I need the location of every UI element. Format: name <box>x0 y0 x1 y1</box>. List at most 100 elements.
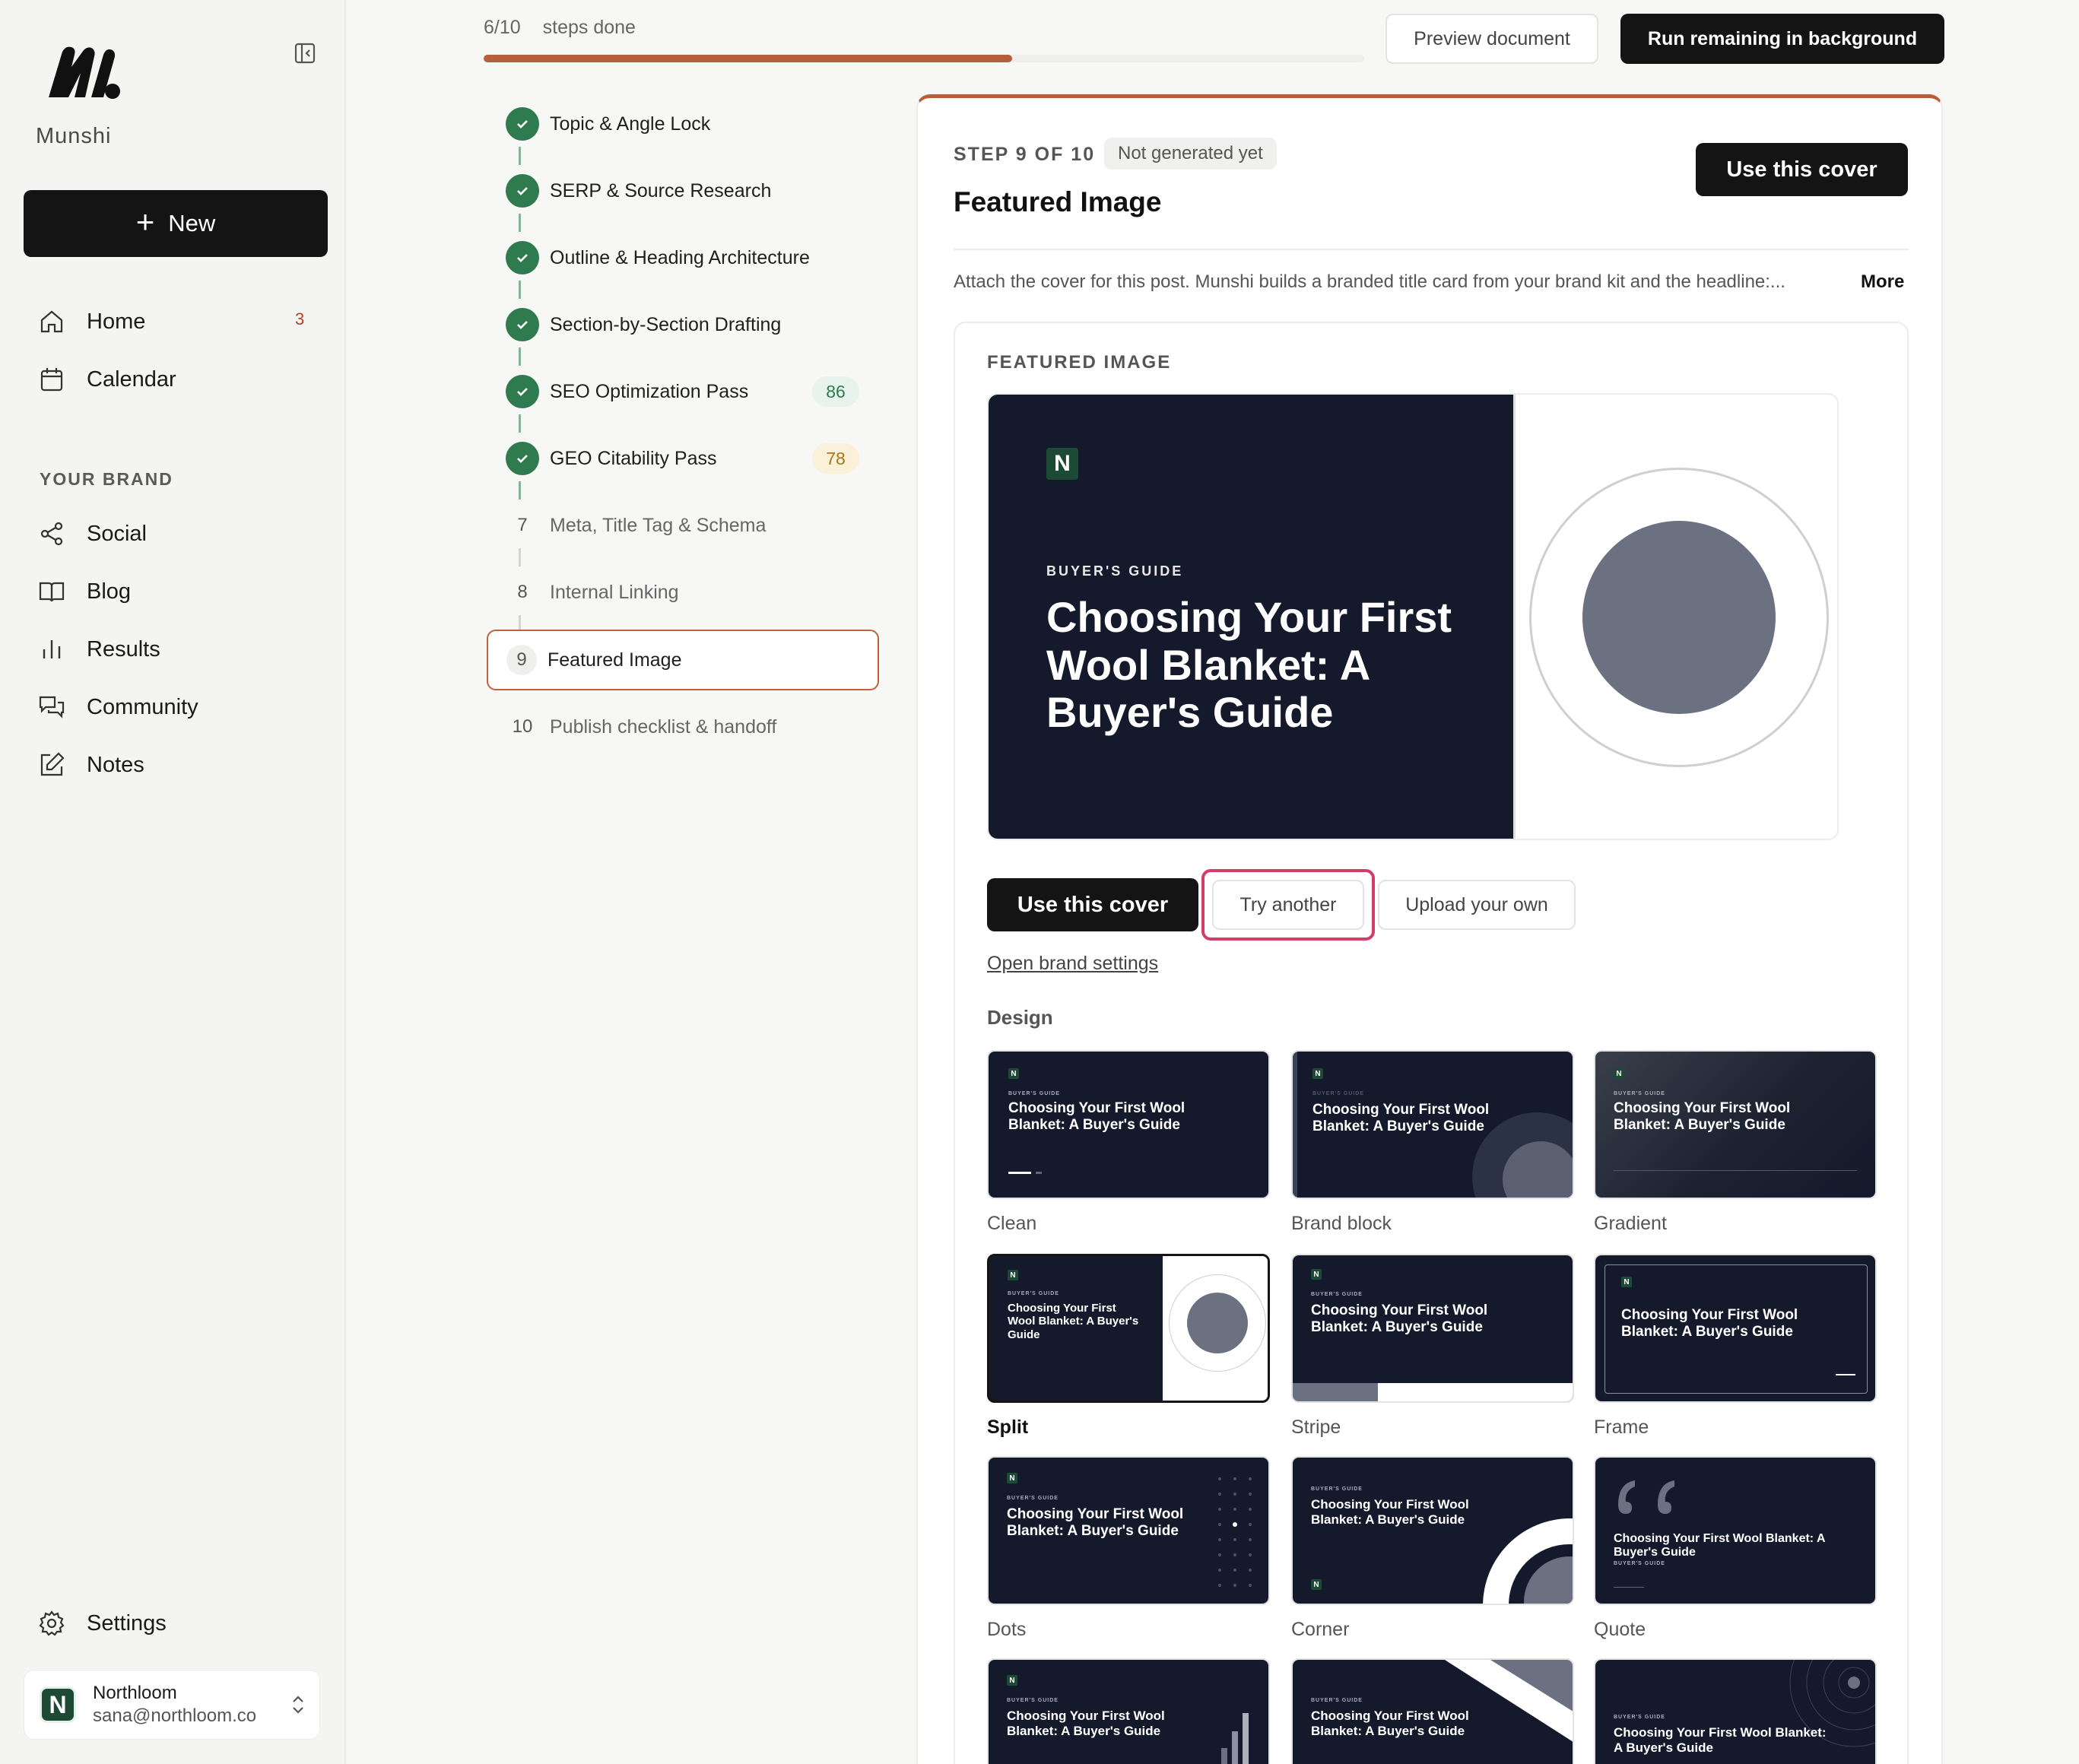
design-option-stripe[interactable]: N BUYER'S GUIDE Choosing Your First Wool… <box>1291 1254 1574 1439</box>
open-brand-settings-link[interactable]: Open brand settings <box>987 953 1158 975</box>
design-thumbnail: N BUYER'S GUIDE Choosing Your First Wool… <box>1291 1050 1574 1199</box>
step-connector <box>519 548 521 566</box>
thumb-title: Choosing Your First Wool Blanket: A Buye… <box>1614 1725 1827 1755</box>
design-option-frame[interactable]: N Choosing Your First Wool Blanket: A Bu… <box>1594 1254 1877 1439</box>
share-icon <box>40 522 63 546</box>
sidebar-item-social[interactable]: Social <box>38 515 147 553</box>
collapse-sidebar-button[interactable] <box>291 40 319 67</box>
step-item[interactable]: Outline & Heading Architecture <box>487 235 810 281</box>
thumb-logo: N <box>1007 1675 1017 1686</box>
step-connector <box>519 347 521 366</box>
use-this-cover-button[interactable]: Use this cover <box>1696 143 1908 196</box>
step-item-active[interactable]: 9 Featured Image <box>487 630 879 690</box>
step-label: Publish checklist & handoff <box>550 715 777 738</box>
try-another-highlight: Try another <box>1201 869 1375 941</box>
step-connector <box>519 147 521 165</box>
sidebar: Munshi + New Home 3 Calendar YOUR BRAND … <box>0 0 346 1764</box>
run-remaining-button[interactable]: Run remaining in background <box>1620 14 1944 64</box>
design-option-gradient[interactable]: N BUYER'S GUIDE Choosing Your First Wool… <box>1594 1050 1877 1235</box>
progress-count: 6/10 <box>484 17 521 38</box>
design-option-corner[interactable]: BUYER'S GUIDE Choosing Your First Wool B… <box>1291 1456 1574 1641</box>
sidebar-item-home[interactable]: Home <box>38 303 145 341</box>
progress-label: steps done <box>542 17 636 38</box>
plus-icon: + <box>135 204 155 240</box>
design-option-label: Gradient <box>1594 1213 1667 1234</box>
sidebar-item-settings[interactable]: Settings <box>38 1604 167 1642</box>
step-item[interactable]: GEO Citability Pass <box>487 436 717 481</box>
featured-image-heading: FEATURED IMAGE <box>987 352 1172 373</box>
design-thumbnail: BUYER'S GUIDE Choosing Your First Wool B… <box>1291 1456 1574 1605</box>
step-item[interactable]: 7 Meta, Title Tag & Schema <box>487 503 766 548</box>
check-icon <box>506 375 539 408</box>
design-option-split[interactable]: N BUYER'S GUIDE Choosing Your First Wool… <box>987 1254 1270 1439</box>
upload-your-own-button[interactable]: Upload your own <box>1378 880 1576 930</box>
step-item[interactable]: 8 Internal Linking <box>487 569 679 615</box>
step-label: Featured Image <box>548 649 682 671</box>
more-link[interactable]: More <box>1861 271 1904 293</box>
seo-score-badge: 86 <box>812 376 859 407</box>
design-thumbnail: N Choosing Your First Wool Blanket: A Bu… <box>1594 1254 1877 1403</box>
step-label: Meta, Title Tag & Schema <box>550 514 767 536</box>
status-badge: Not generated yet <box>1104 138 1277 170</box>
thumb-logo: N <box>1008 1068 1019 1079</box>
thumb-circle <box>1187 1293 1248 1353</box>
step-label: SERP & Source Research <box>550 179 772 201</box>
design-option[interactable]: BUYER'S GUIDE Choosing Your First Wool B… <box>1594 1658 1877 1764</box>
design-thumbnail: N BUYER'S GUIDE Choosing Your First Wool… <box>1594 1050 1877 1199</box>
thumb-title: Choosing Your First Wool Blanket: A Buye… <box>1008 1100 1186 1133</box>
design-thumbnail: N BUYER'S GUIDE Choosing Your First Wool… <box>987 1254 1270 1403</box>
sidebar-item-label: Notes <box>87 752 144 777</box>
step-item[interactable]: Section-by-Section Drafting <box>487 302 781 347</box>
thumb-title: Choosing Your First Wool Blanket: A Buye… <box>1312 1102 1490 1134</box>
use-this-cover-button[interactable]: Use this cover <box>987 878 1198 931</box>
step-label: GEO Citability Pass <box>550 447 717 469</box>
sidebar-item-notes[interactable]: Notes <box>38 746 144 784</box>
design-option-clean[interactable]: N BUYER'S GUIDE Choosing Your First Wool… <box>987 1050 1270 1235</box>
gear-icon <box>39 1610 65 1636</box>
step-number: 10 <box>512 716 533 737</box>
cover-kicker: BUYER'S GUIDE <box>1046 563 1184 579</box>
sidebar-item-results[interactable]: Results <box>38 630 160 668</box>
thumb-rule <box>1836 1374 1855 1375</box>
step-item[interactable]: SEO Optimization Pass <box>487 369 748 414</box>
sidebar-item-label: Calendar <box>87 366 176 392</box>
calendar-icon <box>40 368 63 392</box>
design-option[interactable]: N BUYER'S GUIDE Choosing Your First Wool… <box>987 1658 1270 1764</box>
thumb-rule <box>1614 1170 1857 1171</box>
thumb-kicker: BUYER'S GUIDE <box>1007 1496 1059 1501</box>
design-option[interactable]: BUYER'S GUIDE Choosing Your First Wool B… <box>1291 1658 1574 1764</box>
sidebar-item-label: Results <box>87 636 160 662</box>
design-option-label: Split <box>987 1417 1029 1438</box>
design-option-brand-block[interactable]: N BUYER'S GUIDE Choosing Your First Wool… <box>1291 1050 1574 1235</box>
account-switcher[interactable]: N Northloom sana@northloom.co <box>24 1670 320 1740</box>
step-label: Internal Linking <box>550 581 679 603</box>
thumb-bar <box>1232 1731 1238 1764</box>
step-item[interactable]: Topic & Angle Lock <box>487 101 710 147</box>
thumb-title: Choosing Your First Wool Blanket: A Buye… <box>1008 1302 1139 1341</box>
chevron-up-down-icon <box>293 1696 303 1714</box>
design-thumbnail: N BUYER'S GUIDE Choosing Your First Wool… <box>987 1658 1270 1764</box>
thumb-brand-bar <box>1293 1052 1297 1198</box>
edit-icon <box>40 752 65 776</box>
design-option-label: Frame <box>1594 1417 1649 1438</box>
design-option-quote[interactable]: Choosing Your First Wool Blanket: A Buye… <box>1594 1456 1877 1641</box>
design-option-dots[interactable]: N BUYER'S GUIDE Choosing Your First Wool… <box>987 1456 1270 1641</box>
design-thumbnail: BUYER'S GUIDE Choosing Your First Wool B… <box>1594 1658 1877 1764</box>
try-another-button[interactable]: Try another <box>1212 880 1364 930</box>
sidebar-item-blog[interactable]: Blog <box>38 573 131 611</box>
your-brand-heading: YOUR BRAND <box>40 469 173 489</box>
thumb-kicker: BUYER'S GUIDE <box>1007 1698 1059 1703</box>
cover-preview-graphic-side <box>1513 395 1837 839</box>
sidebar-item-community[interactable]: Community <box>38 688 198 726</box>
step-item[interactable]: SERP & Source Research <box>487 168 771 214</box>
thumb-title: Choosing Your First Wool Blanket: A Buye… <box>1007 1506 1184 1539</box>
home-icon <box>40 310 63 333</box>
new-button[interactable]: + New <box>24 190 328 257</box>
step-label: Topic & Angle Lock <box>550 113 711 135</box>
sidebar-item-calendar[interactable]: Calendar <box>38 360 176 398</box>
preview-document-button[interactable]: Preview document <box>1385 14 1598 64</box>
chat-icon <box>39 696 65 719</box>
step-item[interactable]: 10 Publish checklist & handoff <box>487 704 777 750</box>
step-panel: STEP 9 OF 10 Not generated yet Featured … <box>916 94 1943 1764</box>
munshi-logo <box>49 46 120 99</box>
